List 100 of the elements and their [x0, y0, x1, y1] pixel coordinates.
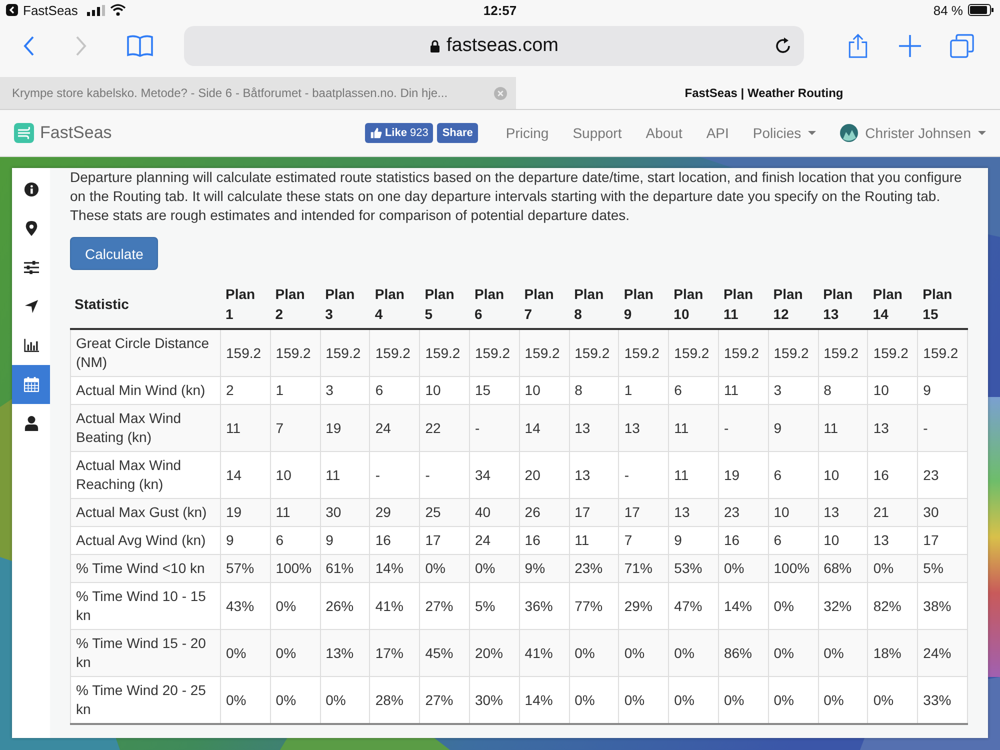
table-cell: 40 [469, 498, 520, 526]
table-cell: 14% [370, 554, 420, 582]
table-cell: 10 [270, 452, 320, 498]
table-cell: 7 [270, 404, 320, 452]
table-cell: 8 [569, 376, 619, 404]
table-cell: 3 [320, 376, 370, 404]
table-cell: 0% [270, 630, 320, 676]
back-app-label[interactable]: FastSeas [23, 2, 78, 18]
table-cell: 86% [718, 630, 768, 676]
description-text: Departure planning will calculate estimated route statistics based on the departure date/time, start location, and finish location that you configure on the Routing tab. It will calculate these stats on one day departure intervals starting with the departure date you specify on the Routing tab. These stats are rough estimates and intended for comparison of potential departure dates. [70, 168, 963, 225]
table-cell: 159.2 [618, 329, 669, 376]
table-cell: Actual Max Wind Beating (kn) [70, 404, 220, 452]
table-cell: 11 [220, 404, 270, 452]
table-cell: 27% [420, 676, 470, 724]
nav-link[interactable]: API [706, 125, 729, 141]
share-icon[interactable] [846, 33, 870, 59]
table-cell: 10 [768, 498, 818, 526]
table-cell: 24 [469, 526, 520, 554]
nav-link[interactable]: Pricing [506, 125, 549, 141]
calendar-icon [24, 377, 38, 392]
share-button[interactable]: Share [437, 123, 478, 143]
table-cell: 0% [569, 630, 619, 676]
table-cell: 159.2 [768, 329, 818, 376]
table-cell: 0% [220, 676, 270, 724]
table-cell: 34 [469, 452, 520, 498]
table-cell: 11 [569, 526, 619, 554]
table-cell: 19 [718, 452, 768, 498]
status-time: 12:57 [483, 2, 517, 18]
table-cell: 11 [270, 498, 320, 526]
table-cell: 7 [618, 526, 669, 554]
table-cell: 17% [370, 630, 420, 676]
table-cell: 1 [270, 376, 320, 404]
table-cell: 0% [618, 676, 669, 724]
table-cell: 17 [569, 498, 619, 526]
address-bar[interactable]: fastseas.com [184, 26, 804, 66]
table-cell: 36% [519, 582, 570, 630]
new-tab-icon[interactable] [898, 33, 922, 59]
table-cell: 17 [618, 498, 669, 526]
table-cell: - [618, 452, 669, 498]
table-cell: 29% [618, 582, 669, 630]
back-app-icon[interactable] [6, 4, 18, 16]
table-cell: 24% [918, 630, 968, 676]
table-cell: Actual Min Wind (kn) [70, 376, 220, 404]
table-cell: 26 [519, 498, 570, 526]
table-cell: 13 [569, 452, 619, 498]
table-cell: 41% [519, 630, 570, 676]
table-cell: 6 [370, 376, 420, 404]
table-cell: 0% [220, 630, 270, 676]
lock-icon [430, 40, 440, 52]
brand-name[interactable]: FastSeas [40, 123, 112, 143]
browser-tab[interactable]: Krympe store kabelsko. Metode? - Side 6 - Båtforumet - baatplassen.no. Din hje... [0, 77, 492, 109]
table-cell: % Time Wind 20 - 25 kn [70, 676, 220, 724]
table-cell: 6 [768, 526, 818, 554]
table-cell: 24 [370, 404, 420, 452]
table-cell: 0% [768, 676, 818, 724]
browser-tab[interactable]: FastSeas | Weather Routing [516, 77, 1000, 109]
calculate-button[interactable]: Calculate [70, 237, 158, 270]
table-cell: 10 [420, 376, 470, 404]
table-cell: 18% [868, 630, 918, 676]
table-cell: 5% [918, 554, 968, 582]
reload-icon[interactable] [774, 37, 792, 55]
table-cell: Great Circle Distance (NM) [70, 329, 220, 376]
back-icon[interactable] [22, 35, 36, 57]
table-cell: 0% [270, 582, 320, 630]
like-button[interactable]: Like 923 [364, 123, 434, 143]
table-cell: 33% [918, 676, 968, 724]
user-menu[interactable]: Christer Johnsen [865, 125, 986, 141]
avatar[interactable] [840, 124, 858, 142]
nav-link[interactable]: Policies [752, 125, 816, 141]
table-cell: - [370, 452, 420, 498]
tabs-icon[interactable] [950, 33, 974, 59]
table-cell: 6 [768, 452, 818, 498]
table-cell: 16 [370, 526, 420, 554]
table-cell: 159.2 [718, 329, 768, 376]
table-cell: 30% [469, 676, 520, 724]
table-cell: 38% [918, 582, 968, 630]
table-cell: 0% [768, 582, 818, 630]
signal-icon [86, 4, 105, 16]
table-cell: 0% [618, 630, 669, 676]
table-cell: 19 [320, 404, 370, 452]
table-cell: 159.2 [918, 329, 968, 376]
nav-link[interactable]: Support [572, 125, 622, 141]
bookmarks-icon[interactable] [126, 34, 154, 58]
table-cell: Actual Max Gust (kn) [70, 498, 220, 526]
nav-link[interactable]: About [646, 125, 682, 141]
bar-chart-icon [24, 338, 38, 353]
table-cell: 13 [868, 404, 918, 452]
table-cell: 11 [718, 376, 768, 404]
table-cell: 159.2 [569, 329, 619, 376]
table-cell: 30 [320, 498, 370, 526]
table-cell: 71% [618, 554, 669, 582]
url-text: fastseas.com [446, 35, 558, 57]
table-cell: 9 [220, 526, 270, 554]
battery-percent: 84 % [933, 2, 963, 18]
table-cell: 23% [569, 554, 619, 582]
table-cell: 14% [718, 582, 768, 630]
table-cell: - [718, 404, 768, 452]
table-cell: 17 [420, 526, 470, 554]
sliders-icon [24, 260, 38, 275]
table-cell: 159.2 [370, 329, 420, 376]
